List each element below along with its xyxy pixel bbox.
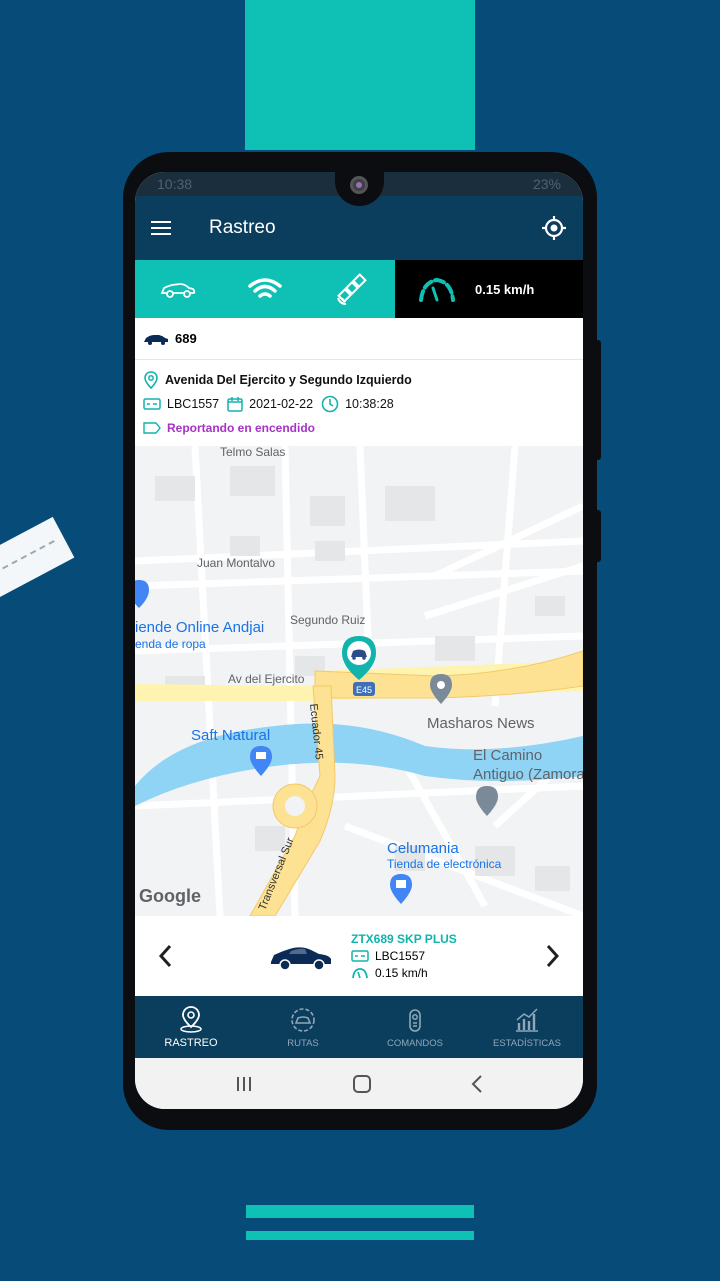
location-plate: LBC1557 [167,397,220,411]
bar-chart-icon [516,1007,538,1032]
car-icon [144,334,168,345]
speedometer-icon [419,277,455,302]
previous-arrow-icon[interactable] [135,944,195,968]
street-label: Telmo Salas [220,446,285,459]
route-car-icon [291,1007,315,1032]
location-address: Avenida Del Ejercito y Segundo Izquierdo [165,373,412,387]
vehicle-plate-title: ZTX689 SKP PLUS [351,932,457,946]
vehicle-details[interactable]: ZTX689 SKP PLUS LBC1557 0.15 km/h [351,932,523,980]
car-icon [261,942,341,970]
phone-side-button [595,510,601,562]
poi-category: Tienda de electrónica [387,857,502,871]
vehicle-plate: LBC1557 [375,949,426,963]
plate-icon [143,397,161,411]
report-status: Reportando en encendido [167,421,316,435]
plate-icon [351,950,369,962]
camera-icon [350,176,368,194]
poi-label: Masharos News [427,715,535,732]
poi-label: El Camino [473,747,542,764]
signal-icon [248,278,282,298]
back-icon[interactable] [470,1074,484,1094]
gps-target-icon[interactable] [541,215,567,241]
speedometer-icon [351,967,369,979]
location-date: 2021-02-22 [249,397,314,411]
calendar-icon [227,396,243,412]
poi-label: Antiguo (Zamora [473,766,583,783]
phone-side-button [595,340,601,460]
system-navigation-bar [135,1058,583,1109]
vehicle-carousel: ZTX689 SKP PLUS LBC1557 0.15 km/h [135,916,583,996]
clock-icon [321,395,339,413]
google-logo: Google [139,886,201,906]
map-pin-icon [180,1006,202,1033]
decor-teal-bar [246,1231,474,1240]
tab-label: RASTREO [164,1037,218,1049]
phone-screen: 10:38 23% Rastreo 0.15 km/h 689 Avenida … [135,172,583,1109]
decor-teal-bar [246,1205,474,1218]
status-battery: 23% [532,176,561,192]
location-time: 10:38:28 [345,397,394,411]
next-arrow-icon[interactable] [523,944,583,968]
tab-estadisticas[interactable]: ESTADÍSTICAS [471,996,583,1058]
vehicle-name: 689 [175,331,197,346]
device-status-icons [135,260,395,318]
poi-label: iende Online Andjai [135,619,264,636]
status-time: 10:38 [157,176,193,192]
home-icon[interactable] [352,1074,372,1094]
remote-control-icon [409,1008,421,1032]
street-label: Av del Ejercito [228,672,305,686]
tab-comandos[interactable]: COMANDOS [359,996,471,1058]
tab-label: COMANDOS [387,1037,443,1049]
location-info: Avenida Del Ejercito y Segundo Izquierdo… [135,360,583,440]
decor-road-piece [0,516,75,610]
page-title: Rastreo [209,217,276,238]
tab-rutas[interactable]: RUTAS [247,996,359,1058]
street-label: Juan Montalvo [197,556,275,570]
recent-apps-icon[interactable] [234,1075,254,1093]
street-label: Segundo Ruiz [290,613,365,627]
status-icon-row: 0.15 km/h [135,260,583,318]
vehicle-speed: 0.15 km/h [375,966,428,980]
map-canvas: E45 Telmo Salas Juan Montalvo Segundo Ru… [135,446,583,916]
speed-display: 0.15 km/h [395,260,583,318]
tab-label: RUTAS [287,1037,319,1049]
car-icon [160,283,196,298]
location-pin-icon [143,371,159,389]
poi-category: enda de ropa [135,637,206,651]
tab-rastreo[interactable]: RASTREO [135,996,247,1058]
poi-label: Saft Natural [191,727,270,744]
bottom-navigation: RASTREO RUTAS COMANDOS ESTADÍSTICAS [135,996,583,1058]
map-view[interactable]: E45 Telmo Salas Juan Montalvo Segundo Ru… [135,446,583,916]
tag-icon [143,422,161,434]
route-shield-label: E45 [356,685,372,695]
tab-label: ESTADÍSTICAS [493,1037,561,1049]
satellite-icon [336,273,367,305]
vehicle-header[interactable]: 689 [135,318,583,360]
speed-value: 0.15 km/h [475,281,535,297]
poi-label: Celumania [387,840,459,857]
menu-icon[interactable] [151,217,171,239]
decor-teal-block-top [245,0,475,150]
